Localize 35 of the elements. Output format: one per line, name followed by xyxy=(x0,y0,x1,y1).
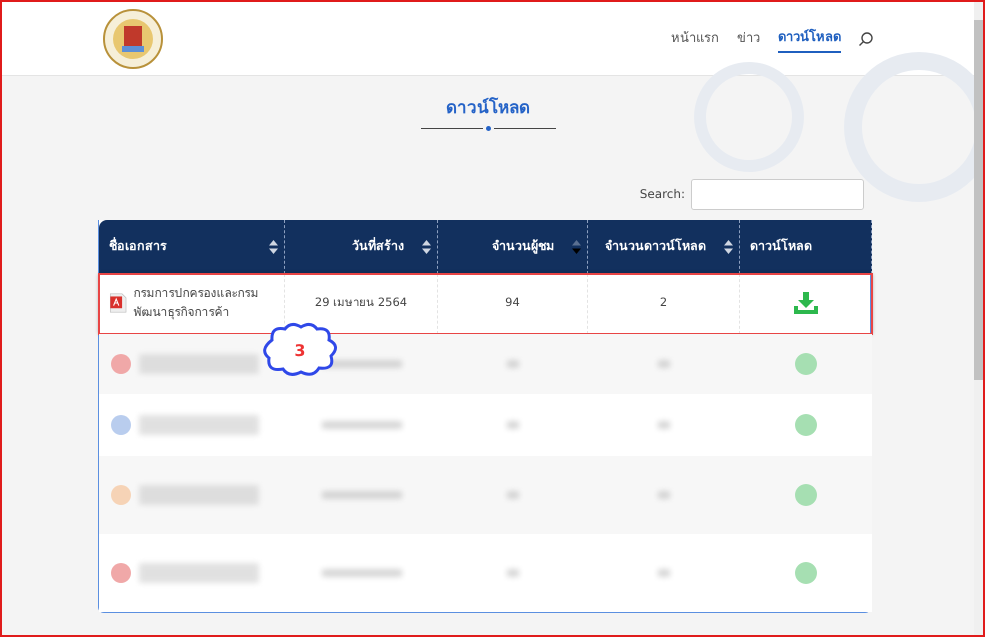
search-field[interactable] xyxy=(691,178,864,210)
column-header[interactable]: จำนวนดาวน์โหลด xyxy=(588,220,740,274)
blurred-text xyxy=(507,360,519,368)
sort-icon[interactable] xyxy=(572,240,581,254)
download-icon xyxy=(795,484,817,506)
blurred-text xyxy=(658,360,670,368)
blurred-text xyxy=(507,568,519,576)
page-title: ดาวน์โหลด xyxy=(445,96,531,120)
column-header[interactable]: วันที่สร้าง xyxy=(285,220,438,274)
download-icon xyxy=(795,352,817,374)
blurred-text xyxy=(658,490,670,498)
search-label: Search: xyxy=(640,186,685,203)
emblem-logo[interactable] xyxy=(102,8,164,70)
sort-icon[interactable] xyxy=(269,240,278,254)
download-icon[interactable] xyxy=(794,292,818,314)
nav-link[interactable]: หน้าแรก xyxy=(671,24,719,52)
created-date: 29 เมษายน 2564 xyxy=(314,294,408,312)
view-count: 94 xyxy=(505,294,520,312)
nav-link[interactable]: ข่าว xyxy=(737,24,760,52)
blurred-text xyxy=(507,490,519,498)
column-header[interactable]: ดาวน์โหลด xyxy=(740,220,872,274)
nav-link[interactable]: ดาวน์โหลด xyxy=(778,24,841,54)
download-count: 2 xyxy=(660,294,668,312)
download-icon xyxy=(795,414,817,436)
column-header[interactable]: จำนวนผู้ชม xyxy=(438,220,588,274)
document-name-link[interactable]: กรมการปกครองและกรมพัฒนาธุรกิจการค้า xyxy=(133,284,278,322)
scrollbar-thumb[interactable] xyxy=(974,20,983,380)
blurred-text xyxy=(658,568,670,576)
sort-icon[interactable] xyxy=(422,240,431,254)
download-icon xyxy=(795,562,817,584)
search-icon[interactable] xyxy=(858,30,874,46)
sort-icon[interactable] xyxy=(724,240,733,254)
column-header[interactable]: ชื่อเอกสาร xyxy=(99,220,285,274)
blurred-text xyxy=(507,420,519,428)
blurred-text xyxy=(658,420,670,428)
